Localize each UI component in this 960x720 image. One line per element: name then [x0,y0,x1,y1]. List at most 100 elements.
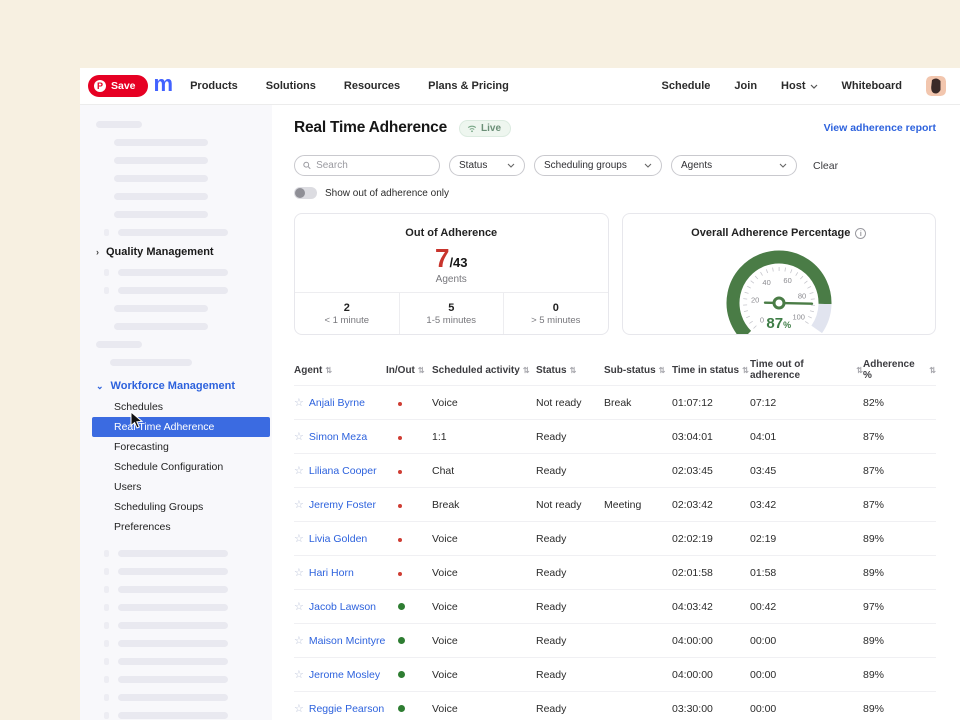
favorite-star-icon[interactable]: ☆ [294,668,304,681]
pinterest-save-button[interactable]: P Save [88,75,148,97]
favorite-star-icon[interactable]: ☆ [294,634,304,647]
scheduled-activity: Chat [432,465,536,477]
agent-name-link[interactable]: Jacob Lawson [309,601,376,613]
sidebar-skeleton-mid [80,263,272,371]
search-icon [303,161,311,170]
nav-item-resources[interactable]: Resources [344,80,400,92]
chevron-down-icon [507,163,515,168]
column-header-in-out[interactable]: In/Out ⇅ [386,365,432,376]
view-adherence-report-link[interactable]: View adherence report [824,122,936,134]
column-header-agent[interactable]: Agent ⇅ [294,365,386,376]
favorite-star-icon[interactable]: ☆ [294,566,304,579]
sidebar-item-schedules[interactable]: Schedules [80,397,272,417]
agents-dropdown-label: Agents [681,160,712,171]
status-dropdown[interactable]: Status [449,155,525,176]
nav-right-group: Schedule Join Host Whiteboard [662,76,946,96]
nav-item-join[interactable]: Join [734,80,757,92]
skeleton-row [80,580,272,598]
nav-item-products[interactable]: Products [190,80,238,92]
agent-name-link[interactable]: Reggie Pearson [309,703,384,715]
skeleton-tick [104,586,109,593]
time-out-of-adherence: 02:19 [750,533,863,545]
favorite-star-icon[interactable]: ☆ [294,702,304,715]
status: Ready [536,431,604,443]
time-out-of-adherence: 03:42 [750,499,863,511]
sidebar-item-schedule-configuration[interactable]: Schedule Configuration [80,457,272,477]
show-out-of-adherence-toggle[interactable] [294,187,317,199]
column-header-time-out-of-adherence[interactable]: Time out of adherence ⇅ [750,359,863,381]
sidebar-item-quality-management[interactable]: › Quality Management [80,241,272,263]
time-in-status: 02:02:19 [672,533,750,545]
time-out-of-adherence: 03:45 [750,465,863,477]
chevron-down-icon [779,163,787,168]
skeleton-bar [118,229,228,236]
status: Ready [536,635,604,647]
skeleton-row [80,133,272,151]
search-input[interactable] [316,160,431,171]
time-in-status: 04:03:42 [672,601,750,613]
agent-name-link[interactable]: Hari Horn [309,567,354,579]
agents-dropdown[interactable]: Agents [671,155,797,176]
sidebar-skeleton-bottom [80,537,272,720]
sidebar-item-users[interactable]: Users [80,477,272,497]
status: Ready [536,465,604,477]
skeleton-row [80,634,272,652]
column-header-adherence-%[interactable]: Adherence % ⇅ [863,359,936,381]
breakdown-cell: 5 1-5 minutes [399,293,504,334]
time-in-status: 02:01:58 [672,567,750,579]
favorite-star-icon[interactable]: ☆ [294,464,304,477]
pinterest-icon: P [94,80,106,92]
skeleton-row [80,335,272,353]
chevron-down-icon [644,163,652,168]
adherence-percentage: 89% [863,567,936,579]
favorite-star-icon[interactable]: ☆ [294,430,304,443]
agent-name-link[interactable]: Simon Meza [309,431,367,443]
skeleton-row [80,670,272,688]
skeleton-row [80,205,272,223]
info-icon[interactable]: i [855,228,866,239]
agent-name-link[interactable]: Jerome Mosley [309,669,380,681]
time-in-status: 04:00:00 [672,635,750,647]
status: Not ready [536,499,604,511]
favorite-star-icon[interactable]: ☆ [294,532,304,545]
column-header-sub-status[interactable]: Sub-status ⇅ [604,365,672,376]
sidebar-item-workforce-management[interactable]: ⌄ Workforce Management [80,375,272,397]
favorite-star-icon[interactable]: ☆ [294,498,304,511]
nav-item-schedule[interactable]: Schedule [662,80,711,92]
sidebar-item-forecasting[interactable]: Forecasting [80,437,272,457]
chevron-down-icon [810,84,818,89]
scheduling-groups-dropdown[interactable]: Scheduling groups [534,155,662,176]
column-header-scheduled-activity[interactable]: Scheduled activity ⇅ [432,365,536,376]
scheduled-activity: Voice [432,567,536,579]
breakdown-value: 2 [344,302,350,314]
user-avatar[interactable] [926,76,946,96]
nav-item-solutions[interactable]: Solutions [266,80,316,92]
out-of-adherence-card: Out of Adherence 7/43 Agents 2 < 1 minut… [294,213,609,335]
agent-name-link[interactable]: Anjali Byrne [309,397,365,409]
column-header-time-in-status[interactable]: Time in status ⇅ [672,365,750,376]
skeleton-row [80,652,272,670]
skeleton-tick [104,269,109,276]
agent-name-link[interactable]: Maison Mcintyre [309,635,385,647]
sidebar-item-real-time-adherence[interactable]: Real Time Adherence [92,417,270,437]
skeleton-row [80,223,272,241]
nav-item-plans-pricing[interactable]: Plans & Pricing [428,80,509,92]
column-header-status[interactable]: Status ⇅ [536,365,604,376]
sidebar-item-preferences[interactable]: Preferences [80,517,272,537]
favorite-star-icon[interactable]: ☆ [294,600,304,613]
skeleton-tick [104,604,109,611]
agent-name-link[interactable]: Jeremy Foster [309,499,376,511]
nav-item-whiteboard[interactable]: Whiteboard [842,80,903,92]
agent-name-link[interactable]: Livia Golden [309,533,367,545]
favorite-star-icon[interactable]: ☆ [294,396,304,409]
nav-item-host[interactable]: Host [781,80,817,92]
skeleton-tick [104,550,109,557]
miro-logo[interactable]: m [154,71,173,97]
clear-filters-button[interactable]: Clear [813,160,838,172]
adherence-percentage: 82% [863,397,936,409]
column-label: Sub-status [604,365,656,376]
skeleton-tick [104,676,109,683]
agent-name-link[interactable]: Liliana Cooper [309,465,377,477]
skeleton-bar [114,323,208,330]
sidebar-item-scheduling-groups[interactable]: Scheduling Groups [80,497,272,517]
